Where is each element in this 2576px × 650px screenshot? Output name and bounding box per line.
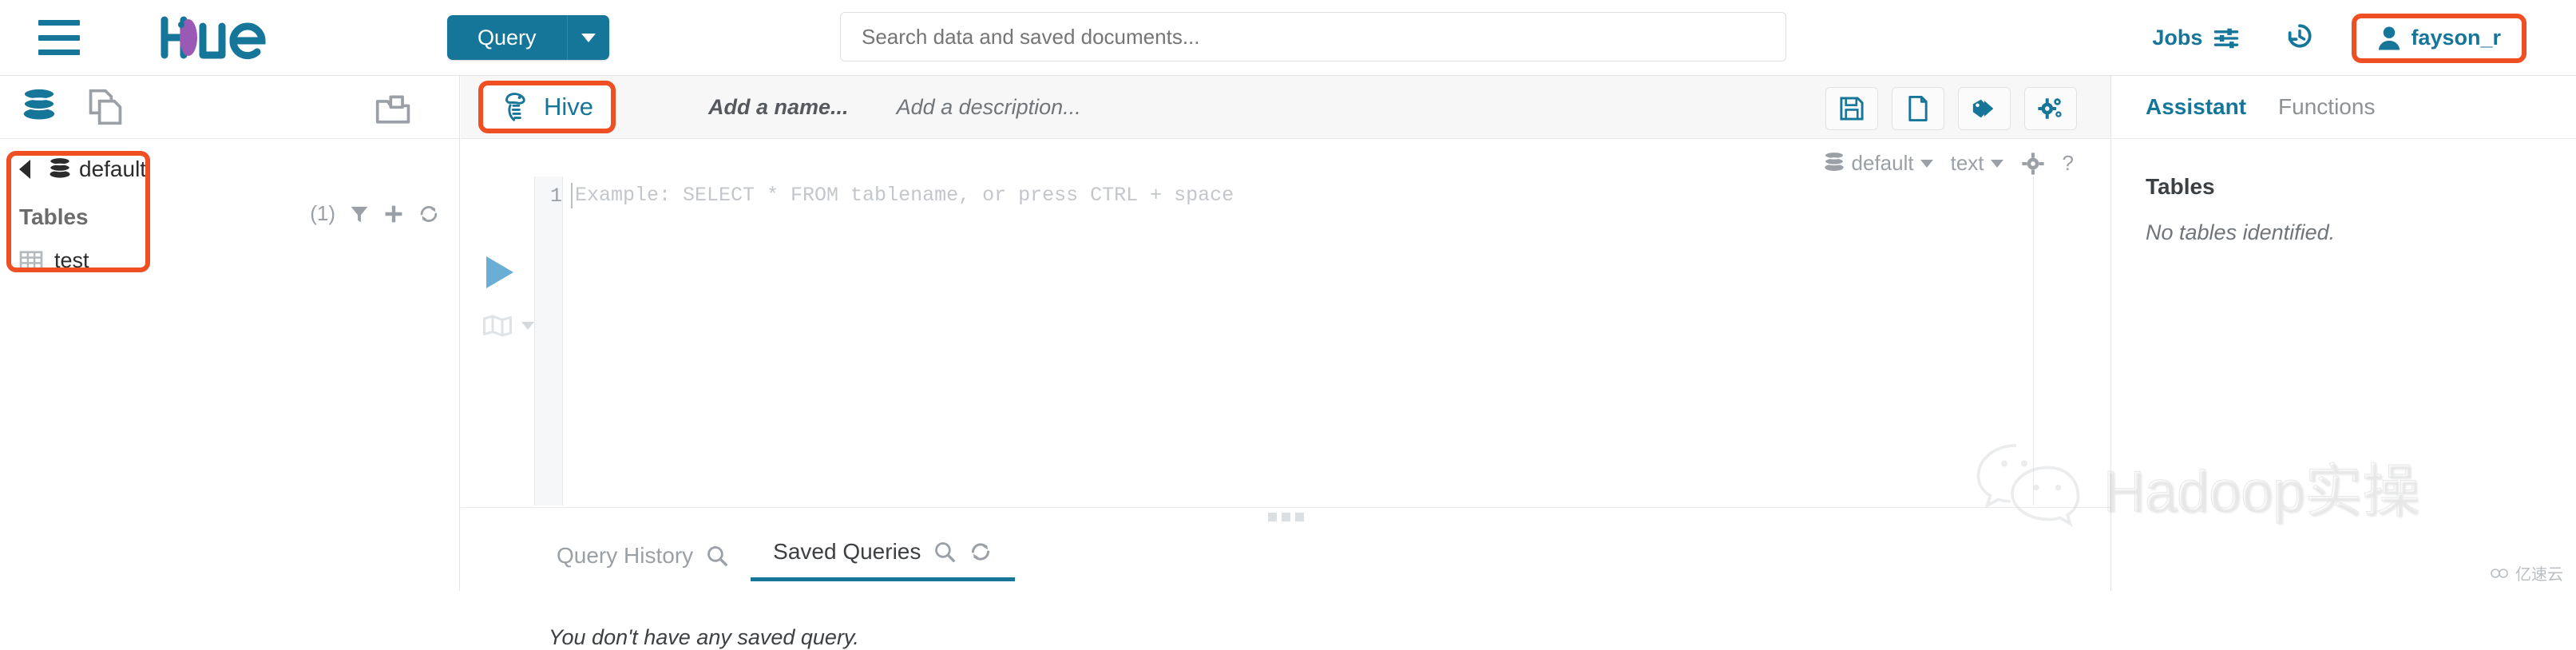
result-tab-bar: Query History Saved Queries [534,539,1016,581]
editor-toolbar-buttons [1825,87,2077,130]
chevron-down-icon [581,33,596,42]
tables-count: (1) [310,201,335,225]
query-description-input[interactable]: Add a description... [897,95,1081,120]
editor-placeholder: Example: SELECT * FROM tablename, or pre… [575,184,1234,207]
tab-functions[interactable]: Functions [2278,94,2375,120]
user-menu-button[interactable]: fayson_r [2352,13,2526,63]
top-right-actions: Jobs fayson_r [2152,0,2576,76]
file-icon [1908,96,1928,121]
left-assist-panel: default Tables (1) test [0,76,460,591]
resize-dot [1295,512,1304,521]
search-input[interactable] [840,12,1786,61]
editor-database-selector[interactable]: default [1823,151,1933,176]
table-grid-icon [19,251,43,270]
search-icon[interactable] [706,545,728,567]
editor-format-label: text [1950,151,1984,175]
search-icon[interactable] [933,541,956,563]
editor-main-area: Hive Add a name... Add a description... [461,76,2111,649]
jobs-link[interactable]: Jobs [2152,26,2240,50]
tag-button[interactable] [1958,87,2011,130]
database-icon [49,157,71,178]
editor-format-selector[interactable]: text [1951,151,2003,176]
editor-database-label: default [1851,151,1914,175]
editor-caret [571,183,573,208]
chevron-left-icon[interactable] [19,160,30,179]
editor-layout-button[interactable] [482,314,534,338]
database-icon[interactable] [21,86,57,128]
editor-run-column [461,176,534,505]
sql-editor[interactable]: 1 Example: SELECT * FROM tablename, or p… [534,176,2034,505]
new-document-button[interactable] [1892,87,1944,130]
saved-queries-empty-message: You don't have any saved query. [549,625,859,649]
hue-logo[interactable] [160,15,327,60]
gear-icon[interactable] [2021,152,2045,176]
hamburger-menu-icon[interactable] [38,20,80,55]
tables-actions: (1) [310,201,440,226]
query-name-input[interactable]: Add a name... [708,95,849,120]
refresh-icon[interactable] [969,541,993,563]
chevron-down-icon [1920,159,1933,168]
list-item[interactable]: test [0,241,459,279]
database-name-label: default [79,157,147,181]
layout-icon [483,315,512,337]
user-icon [2379,26,2400,50]
folder-icon[interactable] [375,93,413,127]
query-button-group[interactable]: Query [447,15,609,60]
left-panel-header [0,76,459,139]
assistant-tables-title: Tables [2146,174,2215,199]
filter-icon[interactable] [349,204,370,224]
help-icon[interactable]: ? [2063,151,2074,176]
sliders-icon [2214,28,2239,48]
top-navigation-bar: Query Jobs [0,0,2576,76]
database-breadcrumb[interactable]: default [0,150,459,188]
history-icon[interactable] [2285,21,2315,55]
tab-saved-queries[interactable]: Saved Queries [751,539,1016,581]
global-search[interactable] [840,12,1786,61]
refresh-icon[interactable] [418,204,440,224]
editor-tab-bar: Hive Add a name... Add a description... [461,76,2110,139]
username-label: fayson_r [2411,26,2501,50]
right-assistant-panel: Assistant Functions Tables No tables ide… [2112,76,2576,591]
tables-label: Tables [19,204,89,229]
table-name-label: test [54,248,89,272]
database-icon [1824,151,1844,171]
tab-query-history-label: Query History [557,543,694,568]
floppy-disk-icon [1840,97,1864,121]
resize-dot [1282,512,1290,521]
gears-icon [2038,98,2062,119]
tab-hive[interactable]: Hive [478,81,616,133]
tab-query-history[interactable]: Query History [534,543,751,581]
tab-hive-label: Hive [544,93,594,121]
query-button[interactable]: Query [447,15,568,60]
chevron-down-icon [1990,159,2003,168]
panel-resize-handle[interactable] [461,507,2111,525]
chevron-down-icon [521,322,534,330]
tab-saved-queries-label: Saved Queries [773,539,921,564]
tag-icon [1972,99,1994,118]
editor-line-number: 1 [549,184,562,208]
save-button[interactable] [1825,87,1878,130]
jobs-label: Jobs [2152,26,2203,50]
resize-dot [1268,512,1277,521]
plus-icon[interactable] [383,204,404,224]
settings-button[interactable] [2024,87,2077,130]
documents-icon[interactable] [86,87,125,127]
run-query-button[interactable] [486,256,513,288]
editor-settings-bar: default text ? [1823,151,2074,176]
hive-bee-icon [505,93,525,122]
editor-gutter [535,176,563,505]
assistant-tables-empty: No tables identified. [2146,220,2336,244]
tables-section-header: Tables (1) [0,196,459,238]
assistant-tab-bar: Assistant Functions [2112,76,2576,139]
query-dropdown-caret[interactable] [567,15,609,60]
tab-assistant[interactable]: Assistant [2146,94,2246,120]
